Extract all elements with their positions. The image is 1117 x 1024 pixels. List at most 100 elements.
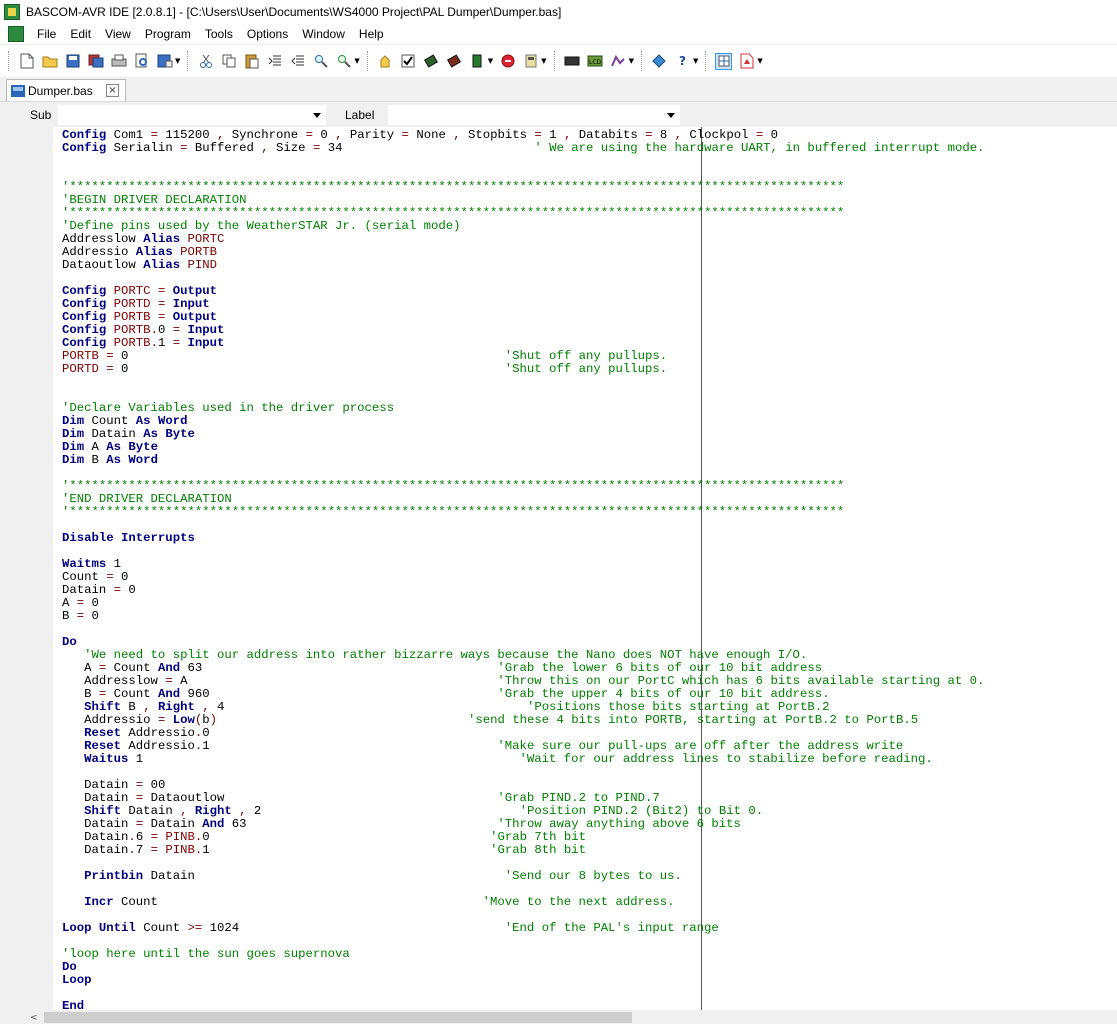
simulator-icon[interactable]	[564, 53, 581, 70]
code-line[interactable]: Loop	[62, 974, 92, 987]
menu-options[interactable]: Options	[240, 27, 295, 41]
code-token: 1	[541, 128, 564, 142]
chevron-down-icon[interactable]	[313, 113, 321, 118]
code-token: PIND	[180, 258, 217, 272]
tab-close-icon[interactable]: ×	[106, 84, 119, 97]
graphic-converter-icon[interactable]	[610, 53, 627, 70]
code-token: 1	[106, 557, 122, 571]
horizontal-scrollbar[interactable]: <	[0, 1010, 1117, 1024]
save-icon[interactable]	[64, 53, 81, 70]
sub-select[interactable]	[58, 105, 326, 125]
code-token: And	[202, 817, 225, 831]
dropdown-arrow-icon[interactable]: ▼	[629, 57, 634, 65]
save-all-icon[interactable]	[87, 53, 104, 70]
code-line[interactable]: Waitus 1 'Wait for our address lines to …	[62, 753, 933, 766]
paste-icon[interactable]	[243, 53, 260, 70]
toolbar-grip[interactable]	[640, 51, 644, 71]
code-token: PORTC	[180, 232, 225, 246]
cut-icon[interactable]	[197, 53, 214, 70]
tab-dumper-bas[interactable]: Dumper.bas ×	[6, 79, 126, 101]
code-line[interactable]: Printbin Datain 'Send our 8 bytes to us.	[62, 870, 682, 883]
code-token: Addresslow	[62, 232, 144, 246]
dropdown-arrow-icon[interactable]: ▼	[693, 57, 698, 65]
menu-help[interactable]: Help	[352, 27, 391, 41]
code-token: =	[113, 583, 122, 597]
new-file-icon[interactable]	[18, 53, 35, 70]
toolbar-grip[interactable]	[366, 51, 370, 71]
code-line[interactable]: Incr Count 'Move to the next address.	[62, 896, 674, 909]
dropdown-arrow-icon[interactable]: ▼	[757, 57, 762, 65]
menu-edit[interactable]: Edit	[63, 27, 98, 41]
find-icon[interactable]	[312, 53, 329, 70]
lcd-designer-icon[interactable]: LCD	[587, 53, 604, 70]
label-select[interactable]	[388, 105, 680, 125]
dropdown-arrow-icon[interactable]: ▼	[175, 57, 180, 65]
dropdown-arrow-icon[interactable]: ▼	[354, 57, 359, 65]
pdf-icon[interactable]	[738, 53, 755, 70]
code-token: Do	[62, 960, 77, 974]
menu-file[interactable]: File	[30, 27, 63, 41]
code-token: 'Shut off any pullups.	[504, 362, 668, 376]
code-token: As	[135, 414, 151, 428]
code-token: Datain	[143, 817, 203, 831]
editor-gutter[interactable]	[0, 127, 53, 1010]
code-line[interactable]: Datain.7 = PINB.1 'Grab 8th bit	[62, 844, 586, 857]
menu-tools[interactable]: Tools	[198, 27, 240, 41]
print-preview-icon[interactable]	[133, 53, 150, 70]
dropdown-arrow-icon[interactable]: ▼	[541, 57, 546, 65]
indent-icon[interactable]	[266, 53, 283, 70]
code-line[interactable]: 'loop here until the sun goes supernova	[62, 948, 350, 961]
help-index-icon[interactable]	[651, 53, 668, 70]
code-token: Reset	[62, 739, 122, 753]
code-token: Addressio	[121, 739, 195, 753]
help-icon[interactable]: ?	[674, 53, 691, 70]
code-line[interactable]: '***************************************…	[62, 506, 844, 519]
find-next-icon[interactable]	[335, 53, 352, 70]
code-line[interactable]: End	[62, 1000, 84, 1011]
menu-window[interactable]: Window	[295, 27, 352, 41]
code-token: Config	[62, 323, 107, 337]
chevron-down-icon[interactable]	[667, 113, 675, 118]
code-line[interactable]: Loop Until Count >= 1024 'End of the PAL…	[62, 922, 719, 935]
pin-layout-icon[interactable]	[715, 52, 733, 70]
dropdown-arrow-icon[interactable]: ▼	[488, 57, 493, 65]
toolbar-grip[interactable]	[187, 51, 190, 71]
code-token: 'Grab the upper 4 bits of our 10 bit add…	[497, 687, 830, 701]
toolbar-grip[interactable]	[8, 51, 11, 71]
code-line[interactable]: Dataoutlow Alias PIND	[62, 259, 217, 272]
document-tab-strip: Dumper.bas ×	[0, 77, 1117, 101]
calculator-icon[interactable]	[522, 53, 539, 70]
compile-all-icon[interactable]	[446, 53, 463, 70]
code-token: 2	[246, 804, 520, 818]
code-line[interactable]: Config Serialin = Buffered , Size = 34 '…	[62, 142, 984, 155]
code-line[interactable]: Disable Interrupts	[62, 532, 195, 545]
code-token: ,	[453, 128, 461, 142]
code-line[interactable]: Dim B As Word	[62, 454, 158, 467]
menu-view[interactable]: View	[98, 27, 138, 41]
syntax-check-icon[interactable]	[377, 53, 394, 70]
stop-icon[interactable]	[499, 53, 516, 70]
check-icon[interactable]	[400, 53, 417, 70]
toolbar-grip[interactable]	[553, 51, 557, 71]
code-token: 'Shut off any pullups.	[504, 349, 668, 363]
code-line[interactable]: PORTD = 0 'Shut off any pullups.	[62, 363, 667, 376]
code-token: As	[106, 440, 122, 454]
menu-program[interactable]: Program	[138, 27, 198, 41]
code-token: As	[143, 427, 158, 441]
close-file-icon[interactable]	[156, 53, 173, 70]
copy-icon[interactable]	[220, 53, 237, 70]
scrollbar-thumb[interactable]	[44, 1012, 632, 1023]
program-chip-icon[interactable]	[469, 53, 486, 70]
document-system-menu-icon[interactable]	[8, 25, 24, 42]
code-token: .	[150, 323, 158, 337]
unindent-icon[interactable]	[289, 53, 306, 70]
code-line[interactable]: B = 0	[62, 610, 99, 623]
bascom-app-icon[interactable]	[4, 3, 20, 20]
compile-chip-icon[interactable]	[423, 53, 440, 70]
scroll-left-icon[interactable]: <	[30, 1013, 38, 1023]
code-editor[interactable]: Config Com1 = 115200 , Synchrone = 0 , P…	[0, 127, 1117, 1010]
code-token: 'Send our 8 bytes to us.	[504, 869, 682, 883]
toolbar-grip[interactable]	[705, 51, 708, 71]
print-icon[interactable]	[110, 53, 127, 70]
open-folder-icon[interactable]	[41, 53, 58, 70]
